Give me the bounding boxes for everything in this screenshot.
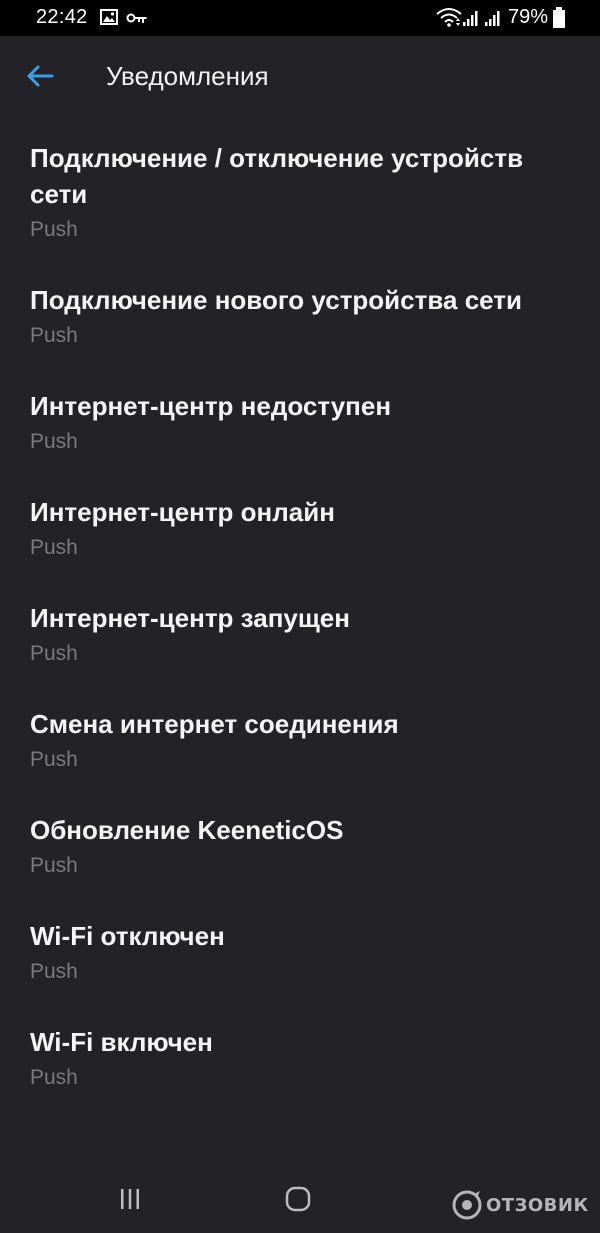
item-subtitle: Push: [30, 324, 78, 347]
status-time: 22:42: [36, 6, 88, 28]
item-subtitle: Push: [30, 748, 78, 771]
item-title: Обновление KeeneticOS: [30, 815, 344, 845]
item-subtitle: Push: [30, 430, 78, 453]
back-button[interactable]: [18, 54, 62, 98]
item-title: Интернет-центр онлайн: [30, 497, 335, 527]
item-title: Интернет-центр запущен: [30, 603, 350, 633]
list-item[interactable]: Подключение нового устройства сети Push: [0, 262, 600, 368]
list-item[interactable]: Обновление KeeneticOS Push: [0, 792, 600, 898]
vpn-key-icon: [126, 13, 147, 23]
item-subtitle: Push: [30, 960, 78, 983]
home-icon: [285, 1186, 311, 1212]
watermark: ОТЗОВИК: [452, 1190, 589, 1220]
watermark-text: ОТЗОВИК: [486, 1194, 589, 1216]
list-item[interactable]: Wi-Fi включен Push: [0, 1004, 600, 1110]
wifi-icon: [436, 8, 462, 27]
otzovik-logo-icon: [452, 1190, 482, 1220]
list-item[interactable]: Подключение / отключение устройств сети …: [0, 120, 600, 262]
battery-percent: 79%: [508, 6, 549, 28]
home-button[interactable]: [273, 1179, 323, 1219]
item-subtitle: Push: [30, 218, 78, 241]
status-bar: 22:42 79%: [0, 0, 600, 36]
list-item[interactable]: Интернет-центр запущен Push: [0, 580, 600, 686]
list-item[interactable]: Wi-Fi отключен Push: [0, 898, 600, 1004]
item-subtitle: Push: [30, 536, 78, 559]
list-item[interactable]: Смена интернет соединения Push: [0, 686, 600, 792]
arrow-left-icon: [27, 65, 54, 87]
recent-apps-icon: [121, 1189, 139, 1209]
recent-apps-button[interactable]: [105, 1179, 155, 1219]
image-icon: [100, 9, 118, 25]
item-title: Wi-Fi включен: [30, 1027, 213, 1057]
item-title: Wi-Fi отключен: [30, 921, 225, 951]
item-subtitle: Push: [30, 854, 78, 877]
item-title: Интернет-центр недоступен: [30, 391, 392, 421]
item-title: Подключение / отключение устройств сети: [30, 143, 524, 209]
item-subtitle: Push: [30, 642, 78, 665]
page-title: Уведомления: [106, 61, 269, 91]
battery-icon: [553, 7, 565, 28]
notification-list: Подключение / отключение устройств сети …: [0, 120, 600, 1110]
item-subtitle: Push: [30, 1066, 78, 1089]
item-title: Подключение нового устройства сети: [30, 285, 522, 315]
app-header: Уведомления: [0, 36, 600, 120]
signal-icon: [485, 11, 500, 26]
signal-icon: [463, 11, 478, 26]
list-item[interactable]: Интернет-центр недоступен Push: [0, 368, 600, 474]
item-title: Смена интернет соединения: [30, 709, 399, 739]
list-item[interactable]: Интернет-центр онлайн Push: [0, 474, 600, 580]
